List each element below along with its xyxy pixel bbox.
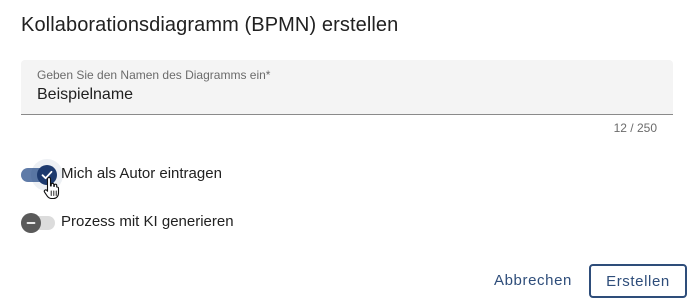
ai-toggle-row: Prozess mit KI generieren: [21, 209, 234, 233]
cancel-button[interactable]: Abbrechen: [486, 264, 580, 296]
minus-icon: [26, 222, 36, 224]
check-icon: [41, 170, 53, 180]
toggle-thumb: [37, 165, 57, 185]
create-button[interactable]: Erstellen: [589, 264, 687, 298]
ai-generate-toggle[interactable]: [21, 211, 57, 233]
dialog-title: Kollaborationsdiagramm (BPMN) erstellen: [21, 14, 399, 36]
diagram-name-input[interactable]: [37, 86, 637, 104]
author-toggle[interactable]: [21, 163, 57, 185]
diagram-name-label: Geben Sie den Namen des Diagramms ein*: [37, 68, 271, 82]
author-toggle-label: Mich als Autor eintragen: [61, 164, 222, 182]
author-toggle-row: Mich als Autor eintragen: [21, 161, 222, 185]
toggle-thumb: [21, 213, 41, 233]
ai-toggle-label: Prozess mit KI generieren: [61, 212, 234, 230]
create-diagram-dialog: Kollaborationsdiagramm (BPMN) erstellen …: [0, 0, 694, 304]
diagram-name-field[interactable]: Geben Sie den Namen des Diagramms ein*: [21, 60, 673, 115]
character-counter: 12 / 250: [613, 121, 657, 135]
